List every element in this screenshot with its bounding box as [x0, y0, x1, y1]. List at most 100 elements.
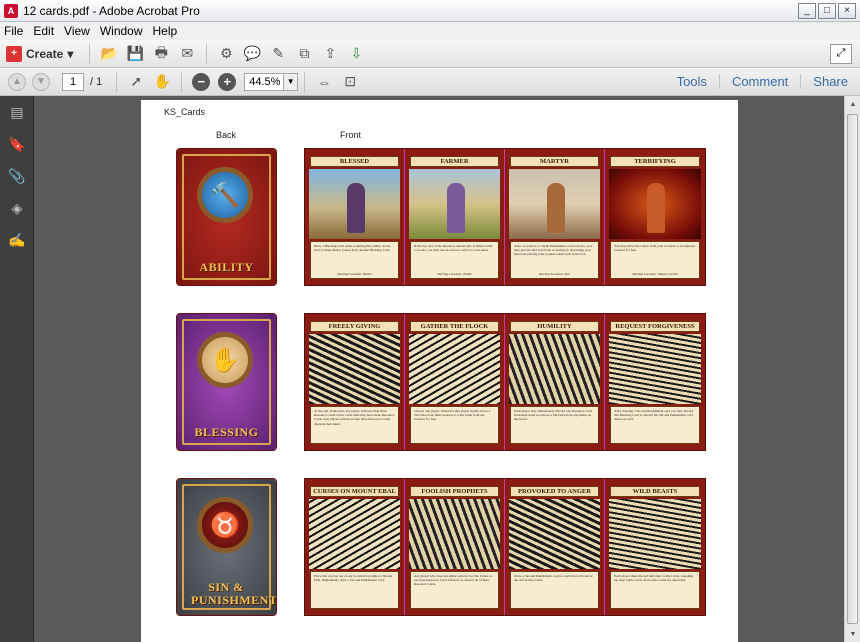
- menu-view[interactable]: View: [64, 24, 90, 38]
- card-back-blessing: ✋ BLESSING: [177, 314, 276, 450]
- comment-icon[interactable]: 💬: [241, 43, 263, 65]
- card-front: FARMER If the top card of the Resource d…: [405, 149, 505, 285]
- front-cards-row-2: FREELY GIVING At the end of this turn, a…: [305, 314, 705, 450]
- card-text: Each player must discard half their Catt…: [610, 571, 700, 609]
- close-button[interactable]: ×: [838, 2, 856, 19]
- card-illustration: [609, 334, 701, 404]
- pages-icon[interactable]: ▤: [0, 96, 34, 128]
- hammer-hand-icon: 🔨: [197, 167, 253, 223]
- idol-icon: ♉: [197, 497, 253, 553]
- tools-link[interactable]: Tools: [665, 74, 719, 89]
- card-title: REQUEST FORGIVENESS: [610, 321, 700, 332]
- card-text: Each player may immediately discard one …: [510, 406, 599, 444]
- settings-icon[interactable]: ⚙: [215, 43, 237, 65]
- comment-link[interactable]: Comment: [718, 74, 800, 89]
- open-folder-icon[interactable]: 📂: [98, 43, 120, 65]
- card-illustration: [409, 334, 500, 404]
- navigation-toolbar: ▲ ▼ 1 / 1 ➚ ✋ − + 44.5% ▼ ⇔ ⊡ Tools Comm…: [0, 68, 860, 96]
- print-icon[interactable]: 🖶: [150, 43, 172, 65]
- bookmark-icon[interactable]: 🔖: [0, 128, 34, 160]
- zoom-in-button[interactable]: +: [218, 72, 237, 91]
- create-button[interactable]: + Create ▾: [6, 45, 74, 62]
- divider: [206, 43, 208, 64]
- front-cards-row-1: BLESSED Draw a Blessing Card when acquir…: [305, 149, 705, 285]
- menu-help[interactable]: Help: [153, 24, 178, 38]
- scrollbar-thumb[interactable]: [847, 114, 858, 624]
- card-text: Choose one player. Wherever that player …: [410, 406, 499, 444]
- vertical-scrollbar[interactable]: ▲ ▼: [844, 96, 860, 642]
- card-title: CURSES ON MOUNT EBAL: [310, 486, 399, 497]
- card-title: FOOLISH PROPHETS: [410, 486, 499, 497]
- card-title: PROVOKED TO ANGER: [510, 486, 599, 497]
- window-title: 12 cards.pdf - Adobe Acrobat Pro: [23, 3, 200, 18]
- back-title: SIN & PUNISHMENT: [191, 580, 276, 607]
- card-front: FOOLISH PROPHETS Any player who does not…: [405, 479, 505, 615]
- save-icon[interactable]: 💾: [124, 43, 146, 65]
- page-header: KS_Cards: [164, 107, 206, 117]
- card-illustration: [509, 334, 600, 404]
- card-front: REQUEST FORGIVENESS After drawing a Sin …: [605, 314, 705, 450]
- expand-icon[interactable]: ⤢: [830, 43, 852, 64]
- card-front: CURSES ON MOUNT EBAL Place this card on …: [305, 479, 405, 615]
- next-page-icon[interactable]: ▼: [32, 72, 50, 91]
- card-illustration: [409, 499, 500, 569]
- card-title: BLESSED: [310, 156, 399, 167]
- card-title: HUMILITY: [510, 321, 599, 332]
- zoom-out-button[interactable]: −: [192, 72, 211, 91]
- card-front: PROVOKED TO ANGER Draw a Sin and Punishm…: [505, 479, 605, 615]
- signature-icon[interactable]: ✍: [0, 224, 34, 256]
- chevron-down-icon: ▾: [67, 46, 74, 61]
- card-front: GATHER THE FLOCK Choose one player. Wher…: [405, 314, 505, 450]
- scroll-up-icon[interactable]: ▲: [845, 96, 860, 112]
- front-column-label: Front: [340, 130, 362, 140]
- page-number-input[interactable]: 1: [62, 72, 84, 91]
- card-text: After drawing a Sin and Punishment card …: [610, 406, 700, 444]
- layers-icon[interactable]: ◈: [0, 192, 34, 224]
- card-illustration: [509, 169, 600, 239]
- card-front: MARTYR After a Location or Sin & Punishm…: [505, 149, 605, 285]
- card-text: Draw a Blessing Card when acquiring this…: [310, 241, 399, 279]
- back-title: BLESSING: [194, 425, 259, 439]
- attachment-icon[interactable]: 📎: [0, 160, 34, 192]
- front-cards-row-3: CURSES ON MOUNT EBAL Place this card on …: [305, 479, 705, 615]
- menu-bar: File Edit View Window Help: [0, 22, 860, 40]
- document-view[interactable]: KS_Cards Back Front 🔨 ABILITY BLESSED Dr…: [34, 96, 844, 642]
- menu-window[interactable]: Window: [100, 24, 143, 38]
- card-front: BLESSED Draw a Blessing Card when acquir…: [305, 149, 405, 285]
- previous-page-icon[interactable]: ▲: [8, 72, 26, 91]
- card-title: WILD BEASTS: [610, 486, 700, 497]
- minimize-button[interactable]: _: [798, 2, 816, 19]
- menu-edit[interactable]: Edit: [33, 24, 54, 38]
- email-icon[interactable]: ✉: [176, 43, 198, 65]
- title-bar: A 12 cards.pdf - Adobe Acrobat Pro _ □ ×: [0, 0, 860, 22]
- maximize-button[interactable]: □: [818, 2, 836, 19]
- chevron-down-icon[interactable]: ▼: [284, 72, 299, 91]
- card-title: GATHER THE FLOCK: [410, 321, 499, 332]
- create-label: Create: [26, 46, 64, 61]
- combine-icon[interactable]: ⧉: [293, 43, 315, 65]
- card-text: After a Location or Sin & Punishment car…: [510, 241, 599, 279]
- page-total: / 1: [90, 75, 103, 88]
- menu-file[interactable]: File: [4, 24, 23, 38]
- create-pdf-icon: +: [6, 45, 22, 62]
- sign-icon[interactable]: ✎: [267, 43, 289, 65]
- back-title: ABILITY: [199, 260, 254, 274]
- card-text: Place this card on top of any Location's…: [310, 571, 399, 609]
- share-link[interactable]: Share: [800, 74, 860, 89]
- card-title: FARMER: [410, 156, 499, 167]
- export-icon[interactable]: ⇪: [319, 43, 341, 65]
- scroll-down-icon[interactable]: ▼: [845, 626, 860, 642]
- fit-page-icon[interactable]: ⊡: [339, 71, 361, 93]
- select-cursor-icon[interactable]: ➚: [125, 71, 147, 93]
- share-icon[interactable]: ⇩: [345, 43, 367, 65]
- card-front: FREELY GIVING At the end of this turn, a…: [305, 314, 405, 450]
- fit-width-icon[interactable]: ⇔: [313, 71, 335, 93]
- back-column-label: Back: [216, 130, 237, 140]
- card-back-sin-punishment: ♉ SIN & PUNISHMENT: [177, 479, 276, 615]
- card-title: MARTYR: [510, 156, 599, 167]
- zoom-input[interactable]: 44.5%: [244, 72, 285, 91]
- divider: [304, 71, 306, 92]
- open-hand-icon: ✋: [197, 332, 253, 388]
- card-title: TERRIFYING: [610, 156, 700, 167]
- hand-tool-icon[interactable]: ✋: [151, 71, 173, 93]
